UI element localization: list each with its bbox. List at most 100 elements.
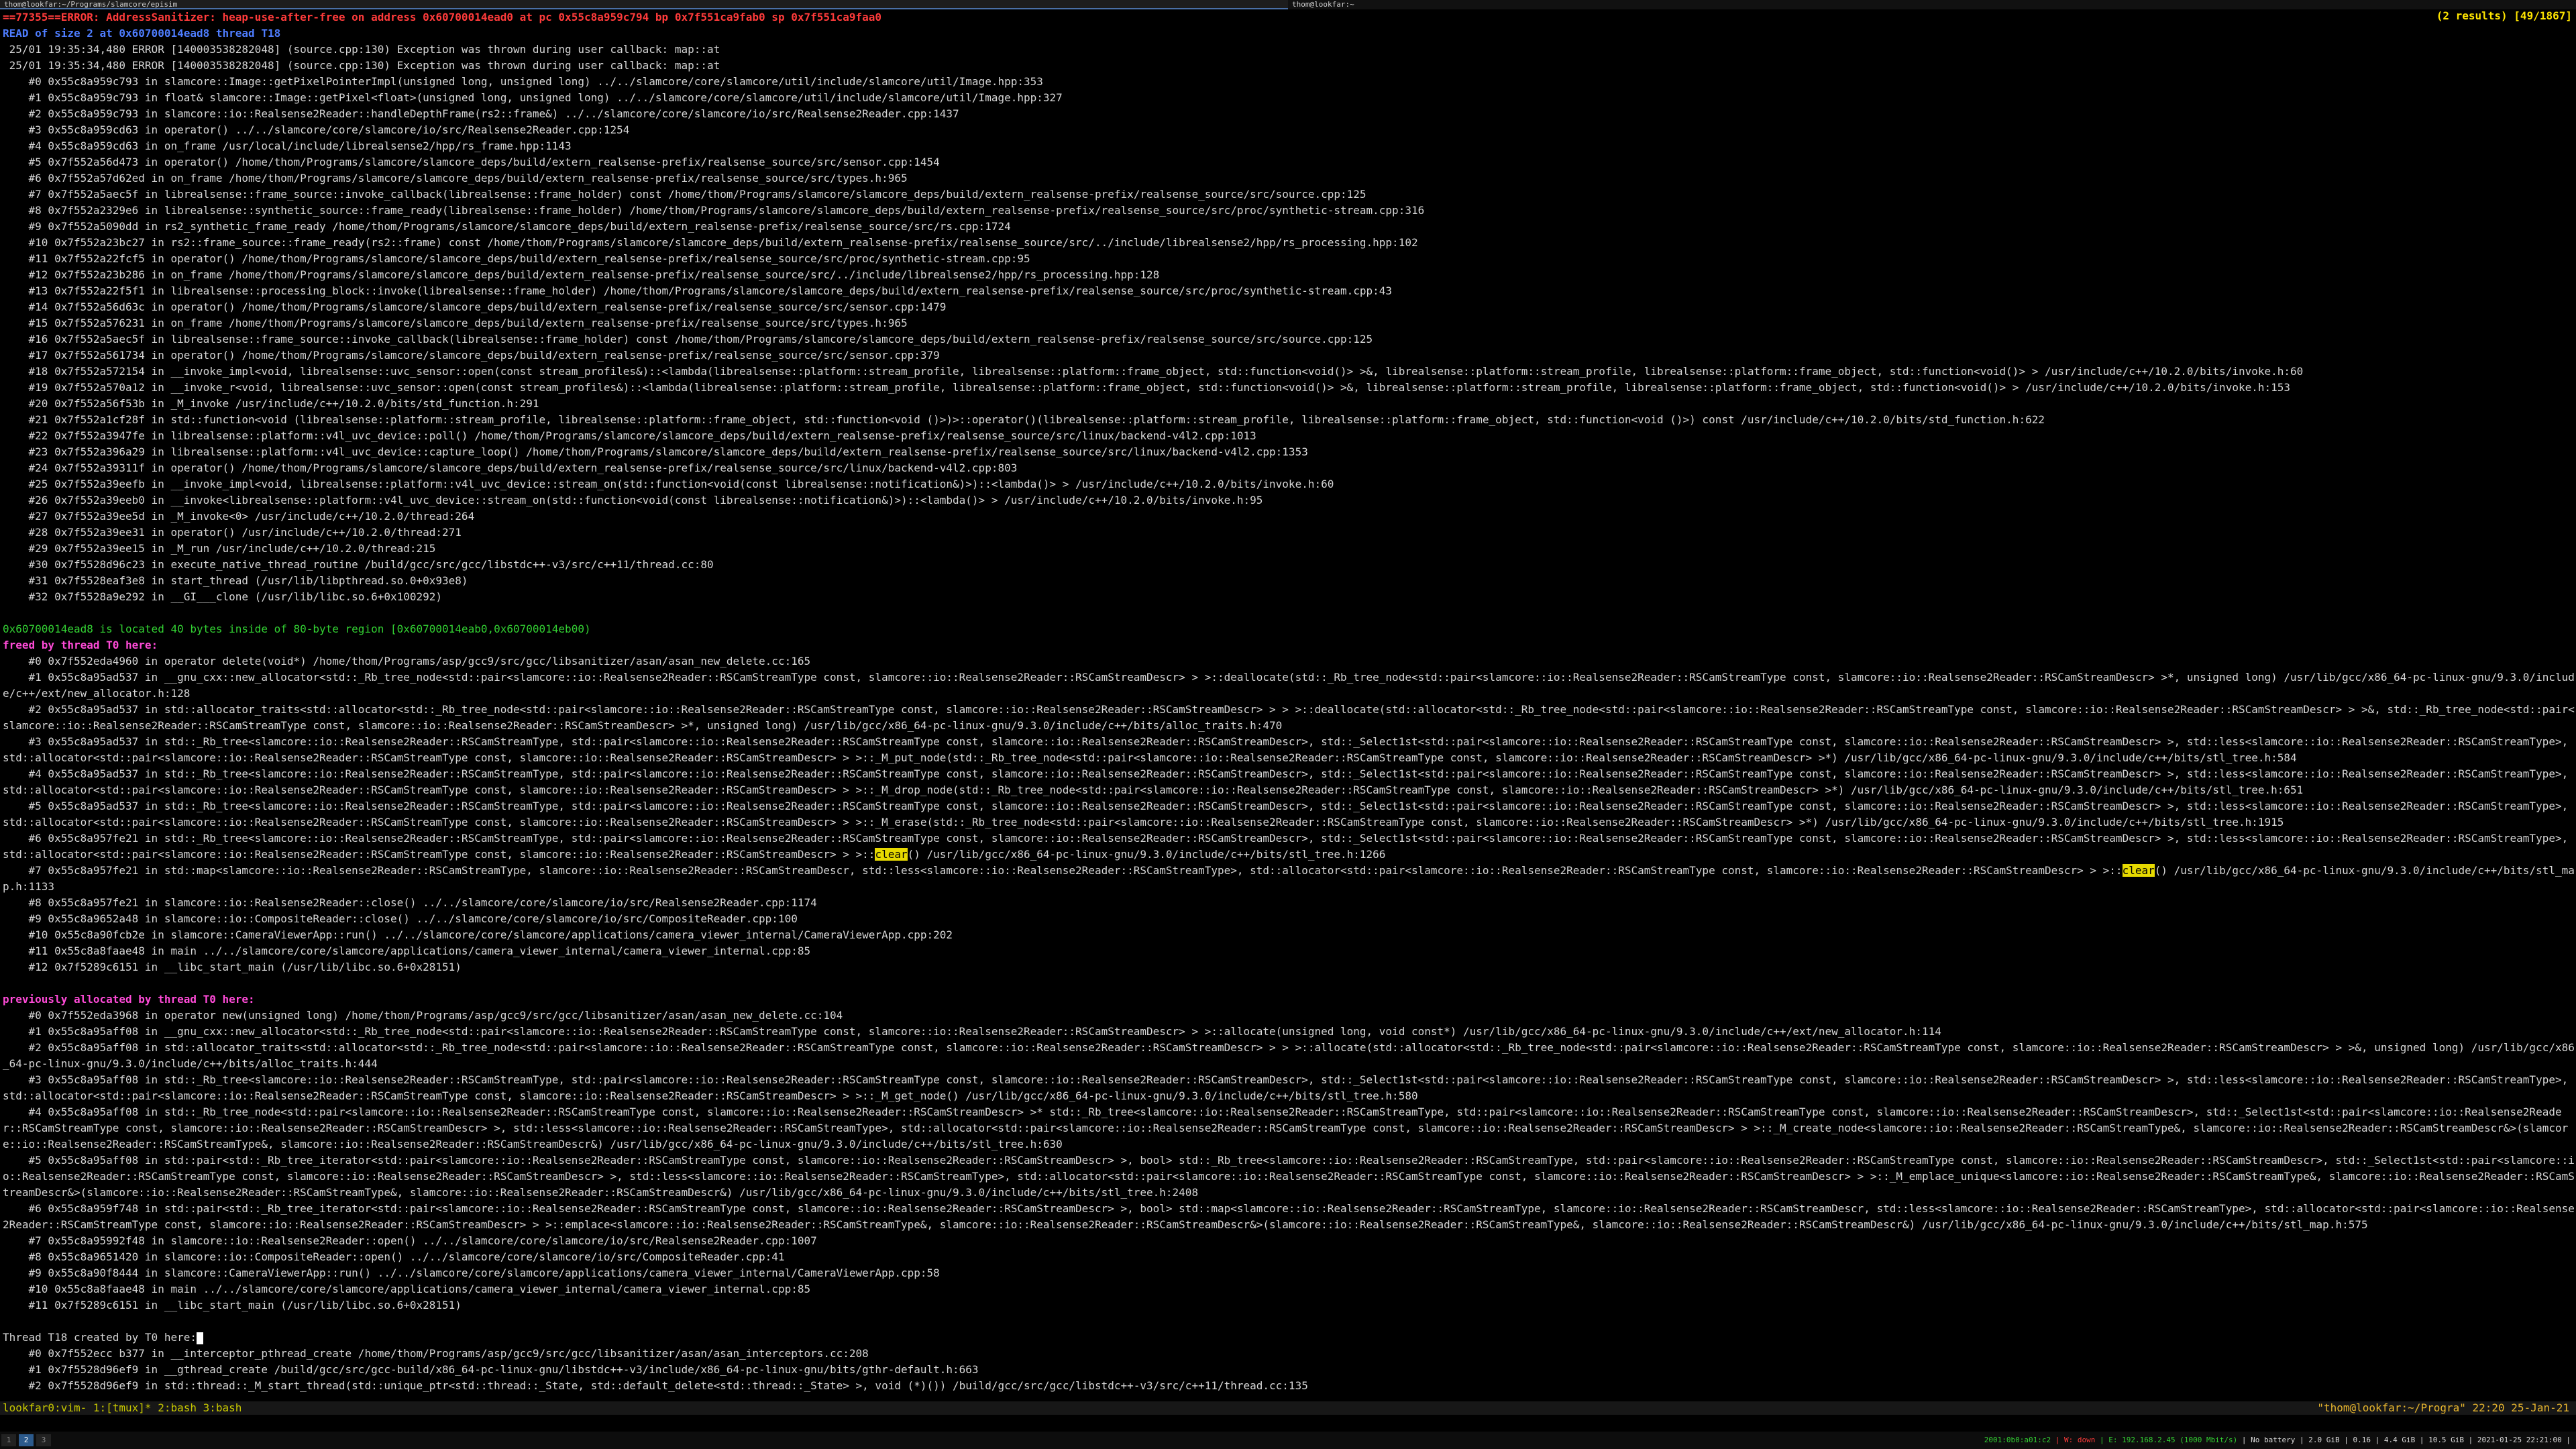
terminal-line: #9 0x55c8a9652a48 in slamcore::io::Compo… <box>0 911 2576 927</box>
terminal-line: #31 0x7f5528eaf3e8 in start_thread (/usr… <box>0 573 2576 589</box>
terminal-line: #18 0x7f552a572154 in __invoke_impl<void… <box>0 364 2576 380</box>
terminal-line: #17 0x7f552a561734 in operator() /home/t… <box>0 347 2576 364</box>
terminal-text: #1 0x55c8a959c793 in float& slamcore::Im… <box>3 91 1063 104</box>
terminal-line: #2 0x55c8a959c793 in slamcore::io::Reals… <box>0 106 2576 122</box>
terminal-text: #9 0x7f552a5090dd in rs2_synthetic_frame… <box>3 220 1011 233</box>
terminal-text: #17 0x7f552a561734 in operator() /home/t… <box>3 349 940 362</box>
terminal-text: #16 0x7f552a5aec5f in librealsense::fram… <box>3 333 1373 345</box>
terminal-text: #19 0x7f552a570a12 in __invoke_r<void, l… <box>3 381 2291 394</box>
terminal-text: #1 0x7f5528d96ef9 in __gthread_create /b… <box>3 1363 979 1376</box>
terminal-text: #15 0x7f552a576231 in on_frame /home/tho… <box>3 317 908 329</box>
terminal-line: #11 0x55c8a8faae48 in main ../../slamcor… <box>0 943 2576 959</box>
terminal-text: #11 0x55c8a8faae48 in main ../../slamcor… <box>3 945 811 957</box>
terminal-text: freed by thread T0 here: <box>3 639 158 651</box>
terminal-text: #3 0x55c8a95aff08 in std::_Rb_tree<slamc… <box>3 1073 2575 1102</box>
search-match: clear <box>2122 864 2155 877</box>
terminal-text: #4 0x55c8a959cd63 in on_frame /usr/local… <box>3 140 572 152</box>
terminal-line: freed by thread T0 here: <box>0 637 2576 653</box>
terminal-line: #26 0x7f552a39eeb0 in __invoke<librealse… <box>0 492 2576 508</box>
terminal-text: #14 0x7f552a56d63c in operator() /home/t… <box>3 301 947 313</box>
workspace-button[interactable]: 2 <box>19 1434 34 1446</box>
window-titlebar: thom@lookfar:~/Programs/slamcore/episim t… <box>0 0 2576 9</box>
terminal-line: #2 0x55c8a95ad537 in std::allocator_trai… <box>0 702 2576 734</box>
terminal-text: #27 0x7f552a39ee5d in _M_invoke<0> /usr/… <box>3 510 475 523</box>
terminal-line: #5 0x55c8a95aff08 in std::pair<std::_Rb_… <box>0 1152 2576 1201</box>
terminal-pane[interactable]: (2 results) [49/1867] ==77355==ERROR: Ad… <box>0 9 2576 1401</box>
terminal-text: #29 0x7f552a39ee15 in _M_run /usr/includ… <box>3 542 436 555</box>
terminal-line: 0x60700014ead8 is located 40 bytes insid… <box>0 621 2576 637</box>
terminal-text: #4 0x55c8a95ad537 in std::_Rb_tree<slamc… <box>3 767 2575 796</box>
terminal-text: #0 0x7f552eda4960 in operator delete(voi… <box>3 655 811 667</box>
terminal-cursor <box>196 1332 203 1344</box>
terminal-line: #13 0x7f552a22f5f1 in librealsense::proc… <box>0 283 2576 299</box>
terminal-text: ==77355==ERROR: AddressSanitizer: heap-u… <box>3 11 882 23</box>
terminal-line: #8 0x7f552a2329e6 in librealsense::synth… <box>0 203 2576 219</box>
terminal-line: #32 0x7f5528a9e292 in __GI___clone (/usr… <box>0 589 2576 605</box>
terminal-text: Thread T18 created by T0 here: <box>3 1331 197 1344</box>
terminal-text: #8 0x7f552a2329e6 in librealsense::synth… <box>3 204 1425 217</box>
terminal-text: #2 0x55c8a95ad537 in std::allocator_trai… <box>3 703 2575 732</box>
search-results-indicator: (2 results) [49/1867] <box>2436 9 2572 22</box>
terminal-text: #11 0x7f552a22fcf5 in operator() /home/t… <box>3 252 1030 265</box>
tmux-window-list[interactable]: lookfar0:vim- 1:[tmux]* 2:bash 3:bash <box>3 1401 241 1415</box>
terminal-line: #5 0x7f552a56d473 in operator() /home/th… <box>0 154 2576 170</box>
terminal-text: #20 0x7f552a56f53b in _M_invoke /usr/inc… <box>3 397 539 410</box>
terminal-text: #26 0x7f552a39eeb0 in __invoke<librealse… <box>3 494 1263 506</box>
terminal-line: #8 0x55c8a957fe21 in slamcore::io::Reals… <box>0 895 2576 911</box>
terminal-text: 25/01 19:35:34,480 ERROR [14000353828204… <box>3 43 720 56</box>
terminal-text: #6 0x55c8a959f748 in std::pair<std::_Rb_… <box>3 1202 2575 1231</box>
terminal-text: #28 0x7f552a39ee31 in operator() /usr/in… <box>3 526 462 539</box>
terminal-line: #3 0x55c8a959cd63 in operator() ../../sl… <box>0 122 2576 138</box>
terminal-line: #4 0x55c8a959cd63 in on_frame /usr/local… <box>0 138 2576 154</box>
terminal-line: #7 0x7f552a5aec5f in librealsense::frame… <box>0 186 2576 203</box>
terminal-text: #18 0x7f552a572154 in __invoke_impl<void… <box>3 365 2304 378</box>
terminal-line: #27 0x7f552a39ee5d in _M_invoke<0> /usr/… <box>0 508 2576 525</box>
terminal-text: #7 0x55c8a957fe21 in std::map<slamcore::… <box>3 864 2123 877</box>
terminal-line: READ of size 2 at 0x60700014ead8 thread … <box>0 25 2576 42</box>
terminal-text: #2 0x55c8a959c793 in slamcore::io::Reals… <box>3 107 959 120</box>
tmux-session-info: "thom@lookfar:~/Progra" 22:20 25-Jan-21 <box>2317 1401 2569 1414</box>
status-segment: | No battery | 2.0 GiB | 0.16 | 4.4 GiB … <box>2241 1436 2571 1444</box>
terminal-line: #20 0x7f552a56f53b in _M_invoke /usr/inc… <box>0 396 2576 412</box>
terminal-line: #2 0x7f5528d96ef9 in std::thread::_M_sta… <box>0 1378 2576 1394</box>
terminal-text: #1 0x55c8a95ad537 in __gnu_cxx::new_allo… <box>3 671 2575 700</box>
terminal-line: #1 0x7f5528d96ef9 in __gthread_create /b… <box>0 1362 2576 1378</box>
terminal-text: #13 0x7f552a22f5f1 in librealsense::proc… <box>3 284 1393 297</box>
terminal-line: #14 0x7f552a56d63c in operator() /home/t… <box>0 299 2576 315</box>
terminal-line: #28 0x7f552a39ee31 in operator() /usr/in… <box>0 525 2576 541</box>
terminal-line: #0 0x7f552eda3968 in operator new(unsign… <box>0 1008 2576 1024</box>
terminal-line: #1 0x55c8a95aff08 in __gnu_cxx::new_allo… <box>0 1024 2576 1040</box>
workspace-button[interactable]: 3 <box>36 1434 51 1446</box>
terminal-text: #21 0x7f552a1cf28f in std::function<void… <box>3 413 2045 426</box>
terminal-line: #10 0x55c8a90fcb2e in slamcore::CameraVi… <box>0 927 2576 943</box>
terminal-line: #0 0x7f552eda4960 in operator delete(voi… <box>0 653 2576 669</box>
terminal-line: #2 0x55c8a95aff08 in std::allocator_trai… <box>0 1040 2576 1072</box>
terminal-line: #22 0x7f552a3947fe in librealsense::plat… <box>0 428 2576 444</box>
terminal-text: 0x60700014ead8 is located 40 bytes insid… <box>3 623 591 635</box>
terminal-text: #2 0x55c8a95aff08 in std::allocator_trai… <box>3 1041 2575 1070</box>
terminal-line: #4 0x55c8a95ad537 in std::_Rb_tree<slamc… <box>0 766 2576 798</box>
terminal-text: #7 0x55c8a95992f48 in slamcore::io::Real… <box>3 1234 817 1247</box>
terminal-line: #12 0x7f552a23b286 in on_frame /home/tho… <box>0 267 2576 283</box>
terminal-line: #10 0x7f552a23bc27 in rs2::frame_source:… <box>0 235 2576 251</box>
terminal-text: #5 0x55c8a95aff08 in std::pair<std::_Rb_… <box>3 1154 2575 1199</box>
terminal-line: #19 0x7f552a570a12 in __invoke_r<void, l… <box>0 380 2576 396</box>
window-tab[interactable]: thom@lookfar:~ <box>1288 0 2576 9</box>
terminal-text: #8 0x55c8a957fe21 in slamcore::io::Reals… <box>3 896 817 909</box>
terminal-line: #1 0x55c8a959c793 in float& slamcore::Im… <box>0 90 2576 106</box>
terminal-line: Thread T18 created by T0 here: <box>0 1330 2576 1346</box>
wm-status-bar: 123 2001:0b0:a01:c2 | W: down | E: 192.1… <box>0 1432 2576 1449</box>
terminal-line: #6 0x55c8a957fe21 in std::_Rb_tree<slamc… <box>0 830 2576 863</box>
terminal-line: #6 0x7f552a57d62ed in on_frame /home/tho… <box>0 170 2576 186</box>
terminal-text: #11 0x7f5289c6151 in __libc_start_main (… <box>3 1299 462 1311</box>
workspace-button[interactable]: 1 <box>1 1434 16 1446</box>
terminal-text: #9 0x55c8a9652a48 in slamcore::io::Compo… <box>3 912 798 925</box>
terminal-text: #1 0x55c8a95aff08 in __gnu_cxx::new_allo… <box>3 1025 1941 1038</box>
terminal-text: #12 0x7f5289c6151 in __libc_start_main (… <box>3 961 462 973</box>
terminal-line: ==77355==ERROR: AddressSanitizer: heap-u… <box>0 9 2576 25</box>
window-tab[interactable]: thom@lookfar:~/Programs/slamcore/episim <box>0 0 1288 9</box>
terminal-line: #25 0x7f552a39eefb in __invoke_impl<void… <box>0 476 2576 492</box>
terminal-line: #7 0x55c8a95992f48 in slamcore::io::Real… <box>0 1233 2576 1249</box>
